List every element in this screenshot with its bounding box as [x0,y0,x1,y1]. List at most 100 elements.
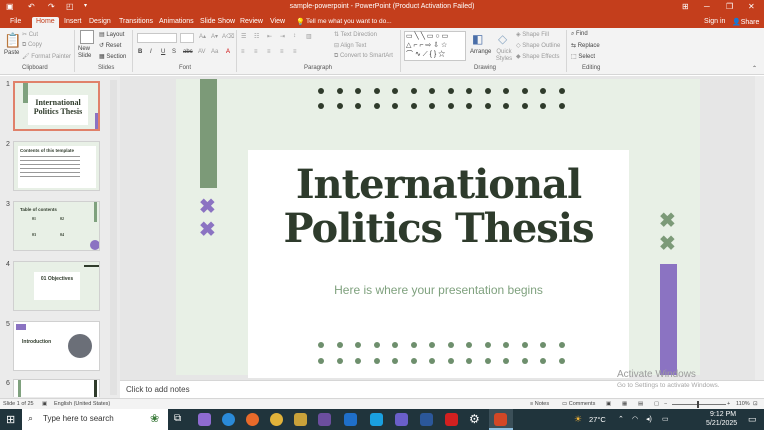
align-left-icon[interactable]: ≡ [241,49,245,55]
battery-icon[interactable]: ▭ [662,415,669,423]
tab-view[interactable]: View [266,17,289,28]
new-slide-button[interactable]: New Slide [78,46,98,60]
comments-toggle[interactable]: ▭ Comments [562,401,595,407]
copilot-icon[interactable] [198,413,211,426]
notifications-icon[interactable]: ▭ [748,414,757,425]
copy-button[interactable]: ⧉ Copy [22,42,42,49]
zoom-out-icon[interactable]: − [664,401,667,407]
replace-button[interactable]: ⇆ Replace [571,42,600,49]
collapse-ribbon-icon[interactable]: ⌃ [752,65,757,72]
char-spacing-icon[interactable]: AV [198,49,206,55]
teams-icon[interactable] [395,413,408,426]
tab-slide-show[interactable]: Slide Show [196,17,239,28]
slide-thumbnail-6[interactable] [13,379,100,397]
outlook-icon[interactable] [344,413,357,426]
new-slide-icon[interactable] [80,30,94,44]
reset-button[interactable]: ↺ Reset [99,42,121,49]
restore-icon[interactable]: ❐ [726,2,733,11]
increase-indent-icon[interactable]: ⇥ [280,33,285,40]
align-center-icon[interactable]: ≡ [254,49,258,55]
cut-button[interactable]: ✂ Cut [22,31,38,38]
columns-icon[interactable]: ▥ [306,33,312,40]
reading-view-icon[interactable]: ▤ [638,401,643,407]
temperature[interactable]: 27°C [589,415,606,424]
decrease-font-icon[interactable]: A▾ [211,33,218,40]
slide-thumbnail-4[interactable]: 01 Objectives [13,261,100,311]
shapes-gallery[interactable]: ▭ ╲ ╲ ▭ ○ ▭ △ ⌐ ⌐ ⇨ ⇩ ☆ ⌒ ∿ ⟋ { } ☆ [404,31,466,61]
slide-subtitle[interactable]: Here is where your presentation begins [248,283,629,297]
volume-icon[interactable]: ◂) [646,415,652,423]
tell-me-box[interactable]: Tell me what you want to do... [302,17,396,28]
text-direction-button[interactable]: ⇅ Text Direction [334,31,377,38]
file-explorer-icon[interactable] [294,413,307,426]
shape-outline-button[interactable]: ◇ Shape Outline [516,42,560,49]
clear-formatting-icon[interactable]: A⌫ [222,33,235,40]
bold-icon[interactable]: B [138,49,142,55]
clock-time[interactable]: 9:12 PM [710,411,736,418]
numbering-icon[interactable]: ☷ [254,33,259,40]
quick-styles-icon[interactable]: ◇ [498,32,507,46]
strikethrough-icon[interactable]: abc [183,49,193,55]
shadow-icon[interactable]: S [172,49,176,55]
underline-icon[interactable]: U [161,49,165,55]
thumbnail-scrollbar[interactable] [110,80,117,395]
italic-icon[interactable]: I [150,49,152,55]
tab-transitions[interactable]: Transitions [115,17,157,28]
word-icon[interactable] [420,413,433,426]
arrange-icon[interactable]: ◧ [472,32,483,46]
settings-icon[interactable]: ⚙ [469,412,480,426]
sign-in-link[interactable]: Sign in [700,17,729,28]
tab-review[interactable]: Review [236,17,267,28]
edge-icon[interactable] [222,413,235,426]
notes-toggle[interactable]: ≡ Notes [530,401,549,407]
line-spacing-icon[interactable]: ↕ [293,33,296,39]
tab-animations[interactable]: Animations [155,17,198,28]
format-painter-button[interactable]: 🖌 Format Painter [22,53,71,60]
slide-thumbnail-2[interactable]: Contents of this template [13,141,100,191]
font-size-field[interactable] [180,33,194,43]
taskbar-search-box[interactable]: ⌕ Type here to search ❀ [22,409,168,430]
arrange-button[interactable]: Arrange [470,49,491,55]
slide-thumbnail-3[interactable]: Table of contents 01 02 03 04 [13,201,100,251]
windows-start-icon[interactable]: ⊞ [6,413,15,426]
align-right-icon[interactable]: ≡ [267,49,271,55]
canvas-scrollbar[interactable] [755,76,764,380]
slideshow-view-icon[interactable]: ▢ [654,401,659,407]
font-color-icon[interactable]: A [226,49,230,55]
zoom-level[interactable]: 110% [736,401,750,407]
bullets-icon[interactable]: ☰ [241,33,246,40]
skype-icon[interactable] [370,413,383,426]
paste-icon[interactable]: 📋 [4,32,21,49]
decrease-indent-icon[interactable]: ⇤ [267,33,272,40]
weather-icon[interactable]: ☀ [574,414,582,425]
slide-thumbnail-1[interactable]: International Politics Thesis [13,81,100,131]
fit-slide-icon[interactable]: ⊡ [753,401,758,407]
tab-design[interactable]: Design [85,17,115,28]
clock-date[interactable]: 5/21/2025 [706,420,737,427]
layout-button[interactable]: ▤ Layout [99,31,124,38]
network-icon[interactable]: ◠ [632,415,638,423]
slide-thumbnail-5[interactable]: Introduction [13,321,100,371]
share-button[interactable]: 👤Share [728,17,763,28]
distributed-icon[interactable]: ≡ [293,49,297,55]
align-text-button[interactable]: ⊟ Align Text [334,42,366,49]
convert-smartart-button[interactable]: ⧉ Convert to SmartArt [334,53,393,60]
change-case-icon[interactable]: Aa [211,49,218,55]
increase-font-icon[interactable]: A▴ [199,33,206,40]
zoom-in-icon[interactable]: + [727,401,730,407]
justify-icon[interactable]: ≡ [280,49,284,55]
onenote-icon[interactable] [318,413,331,426]
close-icon[interactable]: ✕ [748,2,755,11]
firefox-icon[interactable] [246,413,259,426]
shape-effects-button[interactable]: ◆ Shape Effects [516,53,560,60]
tab-home[interactable]: Home [32,17,59,28]
section-button[interactable]: ▦ Section [99,53,126,60]
tab-file[interactable]: File [6,17,25,28]
paste-button[interactable]: Paste [4,50,19,56]
ribbon-display-options-icon[interactable]: ⊞ [682,2,689,11]
spellcheck-icon[interactable]: ▣ [42,401,47,407]
normal-view-icon[interactable]: ▣ [606,401,611,407]
zoom-slider-thumb[interactable] [697,401,699,408]
tab-insert[interactable]: Insert [60,17,86,28]
tray-chevron-icon[interactable]: ⌃ [618,415,624,423]
